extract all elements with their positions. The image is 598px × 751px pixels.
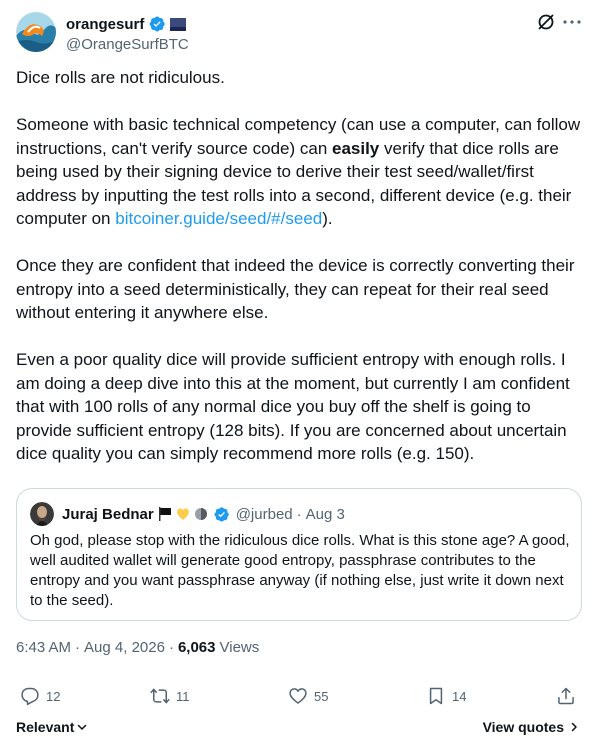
heart-icon: [289, 688, 307, 704]
black-flag-icon: [158, 507, 171, 521]
post-text-bold: easily: [332, 138, 380, 158]
quoted-post[interactable]: Juraj Bednar @jurbed · Aug 3 Oh god, ple…: [16, 488, 582, 621]
verified-badge-icon[interactable]: [213, 506, 230, 523]
separator-dot: ·: [168, 639, 174, 656]
post-paragraph: Someone with basic technical competency …: [16, 113, 582, 231]
replies-footer: Relevant View quotes: [16, 719, 582, 741]
quoted-post-text: Oh god, please stop with the ridiculous …: [30, 532, 570, 609]
separator-dot: ·: [296, 505, 302, 523]
action-bar: 12 11 55 14: [16, 686, 582, 710]
bookmark-icon: [429, 687, 443, 705]
quoted-post-header: Juraj Bednar @jurbed · Aug 3: [30, 502, 345, 526]
views-count: 6,063: [177, 639, 216, 656]
post-time[interactable]: 6:43 AM: [16, 639, 71, 656]
post-text: Once they are confident that indeed the …: [16, 256, 575, 322]
views-label: Views: [219, 639, 260, 656]
post-date[interactable]: Aug 4, 2026: [84, 639, 165, 656]
quoted-author-emojis: [157, 506, 209, 522]
bookmark-button[interactable]: 14: [426, 686, 466, 706]
like-button[interactable]: 55: [288, 686, 328, 706]
repost-button[interactable]: 11: [150, 686, 190, 706]
author-avatar[interactable]: [16, 12, 56, 52]
verified-badge-icon[interactable]: [148, 15, 166, 33]
repost-icon: [150, 688, 170, 704]
reply-button[interactable]: 12: [20, 686, 60, 706]
sort-dropdown[interactable]: Relevant: [16, 719, 88, 735]
author-names: orangesurf @OrangeSurfBTC: [66, 14, 189, 54]
reply-count: 12: [46, 688, 61, 704]
post-body: Dice rolls are not ridiculous. Someone w…: [16, 66, 582, 489]
post-text: ).: [322, 209, 333, 228]
post-text: Even a poor quality dice will provide su…: [16, 350, 570, 463]
post-paragraph: Once they are confident that indeed the …: [16, 254, 582, 325]
chevron-right-icon: [571, 722, 577, 732]
more-options-icon[interactable]: [562, 12, 582, 32]
quoted-author-handle[interactable]: @jurbed: [236, 506, 293, 523]
grok-icon[interactable]: [536, 12, 556, 32]
post-paragraph: Even a poor quality dice will provide su…: [16, 348, 582, 466]
view-quotes-label: View quotes: [482, 719, 564, 735]
quoted-author-name[interactable]: Juraj Bednar: [62, 506, 154, 523]
repost-count: 11: [176, 688, 190, 704]
author-handle[interactable]: @OrangeSurfBTC: [66, 36, 189, 53]
sort-label: Relevant: [16, 719, 75, 735]
post-header: orangesurf @OrangeSurfBTC: [16, 12, 582, 54]
gray-circle-icon: [194, 508, 207, 520]
view-quotes-link[interactable]: View quotes: [483, 719, 580, 735]
reply-icon: [21, 687, 39, 706]
share-icon: [558, 687, 574, 705]
quoted-author-avatar[interactable]: [30, 502, 54, 526]
separator-dot: ·: [75, 639, 81, 656]
bookmark-count: 14: [452, 688, 467, 704]
post-meta: 6:43 AM · Aug 4, 2026 · 6,063 Views: [16, 639, 259, 656]
yellow-heart-icon: [176, 508, 189, 520]
like-count: 55: [314, 688, 329, 704]
chevron-down-icon: [78, 724, 87, 730]
post-link[interactable]: bitcoiner.guide/seed/#/seed: [115, 209, 322, 228]
navy-flag-icon: [170, 17, 187, 31]
post-paragraph: Dice rolls are not ridiculous.: [16, 66, 582, 90]
share-button[interactable]: [556, 686, 576, 706]
quoted-post-date[interactable]: Aug 3: [306, 506, 345, 523]
post-text: Dice rolls are not ridiculous.: [16, 68, 225, 87]
author-display-name[interactable]: orangesurf: [66, 16, 144, 33]
